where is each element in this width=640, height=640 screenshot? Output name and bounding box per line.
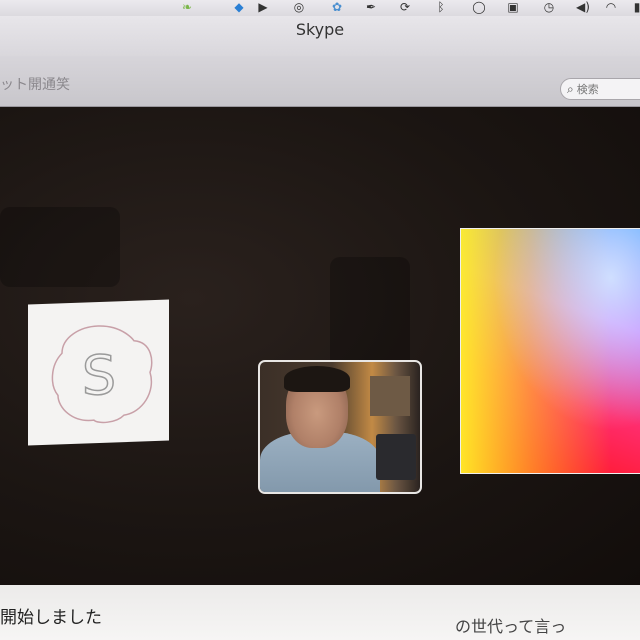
- skype-logo-letter: S: [82, 343, 116, 407]
- chat-icon[interactable]: ◯: [468, 0, 490, 14]
- wifi-icon[interactable]: ◠: [600, 0, 622, 14]
- skype-logo-tile: S: [28, 299, 169, 446]
- person-hair: [284, 366, 350, 392]
- search-field[interactable]: ⌕ 検索: [560, 78, 640, 100]
- search-icon: ⌕: [567, 81, 574, 96]
- background-monitor: [376, 434, 416, 480]
- remote-video[interactable]: [258, 360, 422, 494]
- sync-app-icon[interactable]: ✿: [326, 0, 348, 14]
- headphones-icon[interactable]: ◎: [288, 0, 310, 14]
- volume-icon[interactable]: ◀): [572, 0, 594, 14]
- dropbox-icon[interactable]: ◆: [228, 0, 250, 14]
- search-placeholder: 検索: [576, 83, 599, 96]
- bluetooth-icon[interactable]: ᛒ: [430, 0, 452, 14]
- toolbar: ット開通笑 ⌕ 検索: [0, 56, 640, 107]
- sync-icon[interactable]: ⟳: [394, 0, 416, 14]
- pen-icon[interactable]: ✒: [360, 0, 382, 14]
- chat-message-left: 開始しました: [0, 608, 102, 628]
- color-gradient-tile: [460, 228, 640, 474]
- evernote-icon[interactable]: ❧: [176, 0, 198, 14]
- display-icon[interactable]: ▣: [502, 0, 524, 14]
- skype-logo-icon: S: [51, 325, 153, 424]
- window-title: Skype: [295, 20, 345, 39]
- time-machine-icon[interactable]: ◷: [538, 0, 560, 14]
- toolbar-label: ット開通笑: [0, 77, 70, 93]
- menu-bar: ❧ ◆ ▶ ◎ ✿ ✒ ⟳ ᛒ ◯ ▣ ◷ ◀) ◠ ▮: [0, 0, 640, 16]
- window-titlebar: Skype: [0, 16, 640, 56]
- chat-area: 開始しました の世代って言っ: [0, 585, 640, 640]
- media-player-icon[interactable]: ▶: [252, 0, 274, 14]
- battery-icon[interactable]: ▮: [626, 0, 640, 14]
- chat-message-right: の世代って言っ: [455, 617, 567, 636]
- background-shelf: [370, 376, 410, 416]
